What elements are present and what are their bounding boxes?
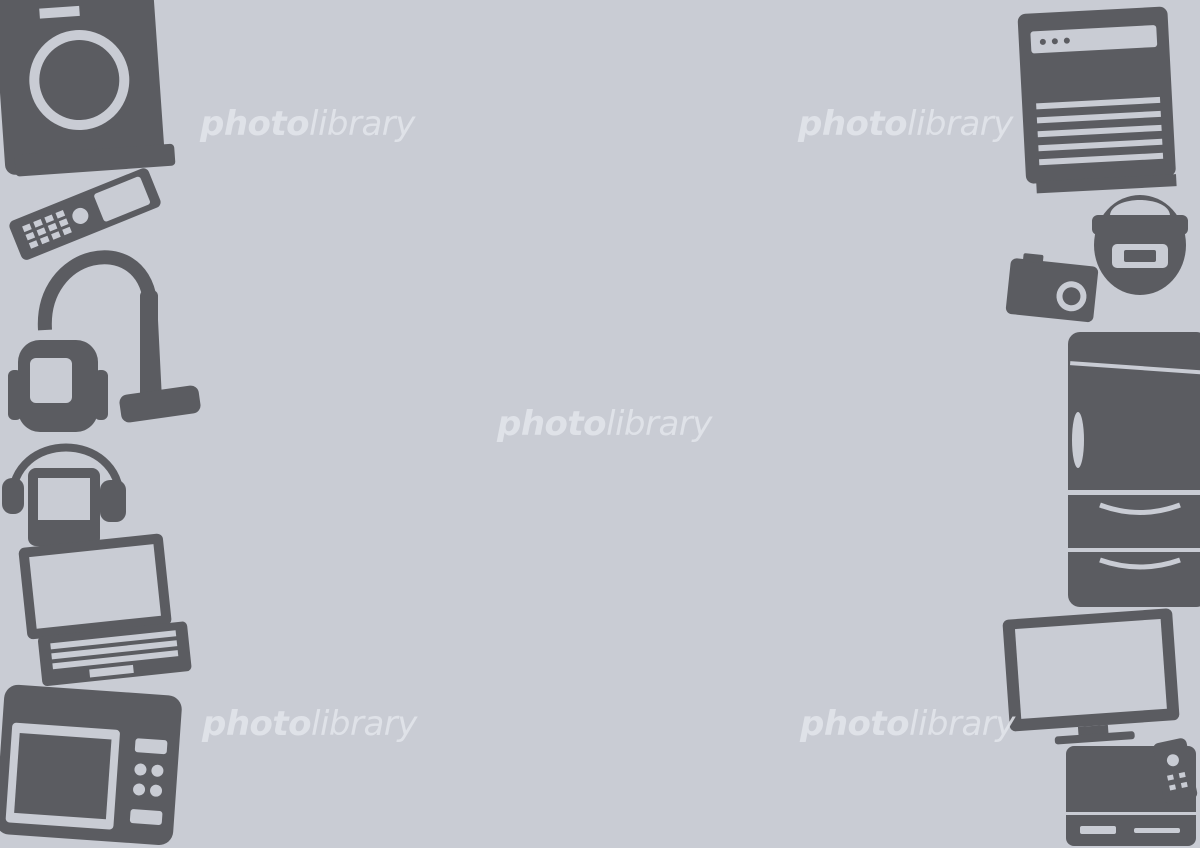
vacuum-cleaner-icon [8,250,201,432]
watermark: photolibrary [200,104,415,144]
watermark: photolibrary [798,104,1013,144]
rice-cooker-icon [1092,195,1188,295]
refrigerator-icon [1068,332,1200,607]
washing-machine-icon [0,0,176,177]
digital-camera-icon [1005,253,1099,323]
watermark: photolibrary [202,704,417,744]
music-player-headphones-icon [2,443,126,546]
flat-tv-icon [1002,608,1180,745]
air-purifier-icon [1017,6,1177,194]
laptop-icon [18,533,192,686]
flip-phone-icon [9,168,161,260]
watermark: photolibrary [800,704,1015,744]
watermark: photolibrary [497,404,712,444]
microwave-oven-icon [0,684,182,846]
